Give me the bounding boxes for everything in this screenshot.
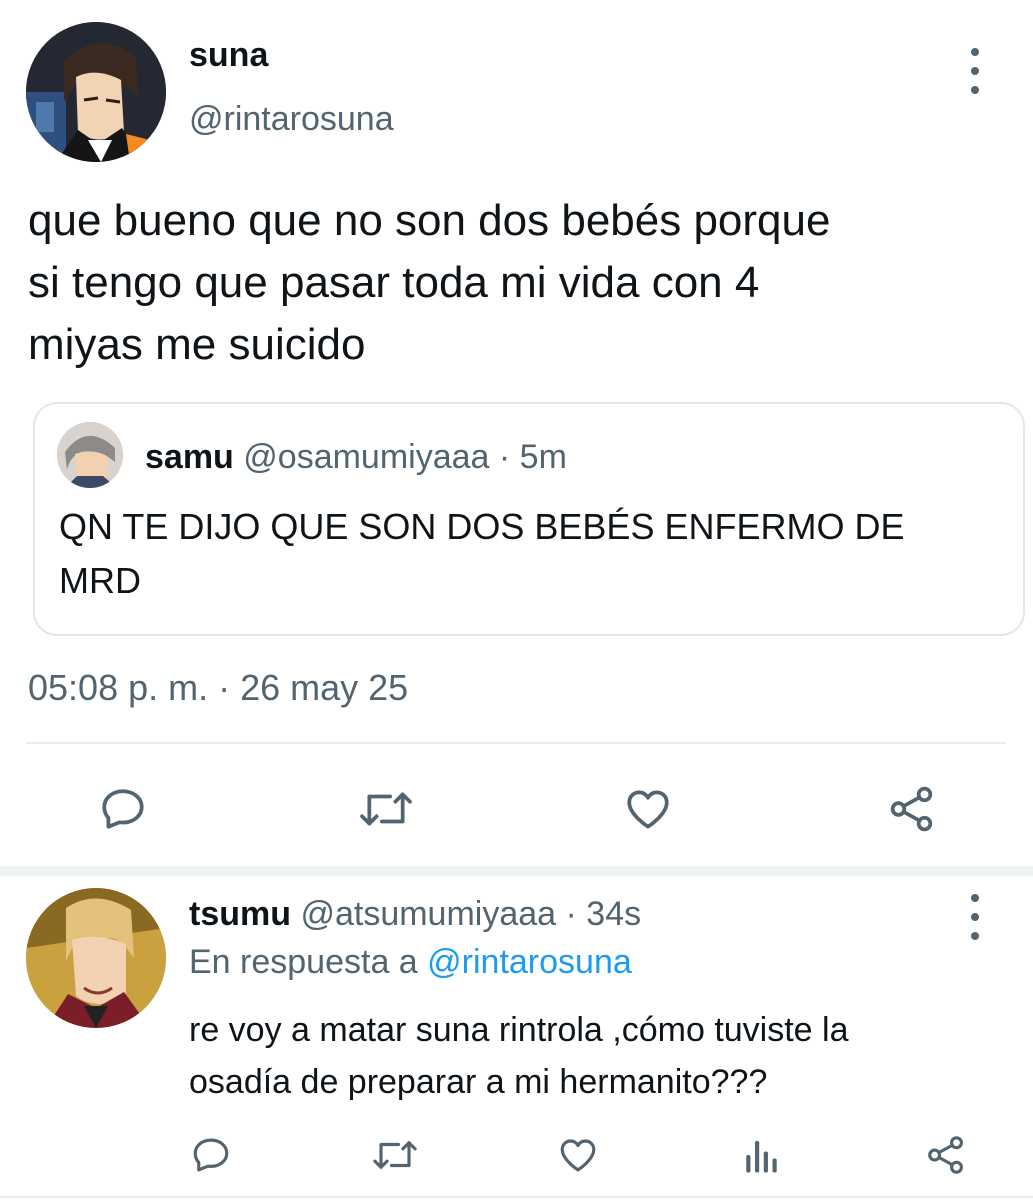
reply-text-line: re voy a matar suna rintrola ,cómo tuvis… <box>189 1011 849 1049</box>
quoted-tweet-card[interactable]: samu @osamumiyaaa · 5m QN TE DIJO QUE SO… <box>33 402 1025 636</box>
retweet-icon[interactable] <box>356 784 416 834</box>
avatar-samu-image <box>57 422 123 488</box>
quoted-header: samu @osamumiyaaa · 5m <box>145 438 567 477</box>
quoted-handle: @osamumiyaaa <box>243 438 490 476</box>
reply-header: tsumu @atsumumiyaaa · 34s <box>189 895 641 934</box>
tweet-text-line: que bueno que no son dos bebés porque <box>28 196 831 245</box>
section-divider <box>0 866 1033 876</box>
reply-text: re voy a matar suna rintrola ,cómo tuvis… <box>189 1004 1019 1108</box>
retweet-icon[interactable] <box>370 1134 420 1176</box>
quoted-text-line: QN TE DIJO QUE SON DOS BEBÉS ENFERMO DE <box>59 506 905 547</box>
tweet-text: que bueno que no son dos bebés porque si… <box>28 190 1018 376</box>
like-icon[interactable] <box>556 1134 600 1176</box>
analytics-icon[interactable] <box>744 1134 780 1176</box>
tweet-text-line: si tengo que pasar toda mi vida con 4 <box>28 258 760 307</box>
reply-context-prefix: En respuesta a <box>189 943 418 981</box>
user-handle[interactable]: @rintarosuna <box>189 100 394 139</box>
more-vertical-icon[interactable] <box>965 894 985 940</box>
reply-icon[interactable] <box>190 1134 232 1176</box>
more-vertical-icon[interactable] <box>965 48 985 94</box>
share-icon[interactable] <box>924 1134 968 1176</box>
share-icon[interactable] <box>886 784 938 834</box>
bottom-divider <box>0 1196 1033 1198</box>
quoted-text-line: MRD <box>59 560 141 601</box>
quoted-age: · 5m <box>498 438 567 476</box>
avatar-samu <box>57 422 123 488</box>
avatar-tsumu-image <box>26 888 166 1028</box>
divider <box>26 742 1006 744</box>
reply-display-name[interactable]: tsumu <box>189 895 291 933</box>
reply-handle[interactable]: @atsumumiyaaa <box>300 895 556 933</box>
reply-text-line: osadía de preparar a mi hermanito??? <box>189 1063 768 1101</box>
avatar-suna[interactable] <box>26 22 166 162</box>
quoted-display-name: samu <box>145 438 234 476</box>
reply-to-mention[interactable]: @rintarosuna <box>427 943 632 981</box>
avatar-suna-image <box>26 22 166 162</box>
like-icon[interactable] <box>622 784 674 834</box>
display-name[interactable]: suna <box>189 36 268 75</box>
reply-age: · 34s <box>565 895 642 933</box>
reply-icon[interactable] <box>98 784 148 834</box>
tweet-timestamp[interactable]: 05:08 p. m. · 26 may 25 <box>28 667 408 709</box>
avatar-tsumu[interactable] <box>26 888 166 1028</box>
reply-context: En respuesta a @rintarosuna <box>189 943 632 982</box>
tweet-text-line: miyas me suicido <box>28 320 366 369</box>
quoted-text: QN TE DIJO QUE SON DOS BEBÉS ENFERMO DE … <box>59 500 999 608</box>
